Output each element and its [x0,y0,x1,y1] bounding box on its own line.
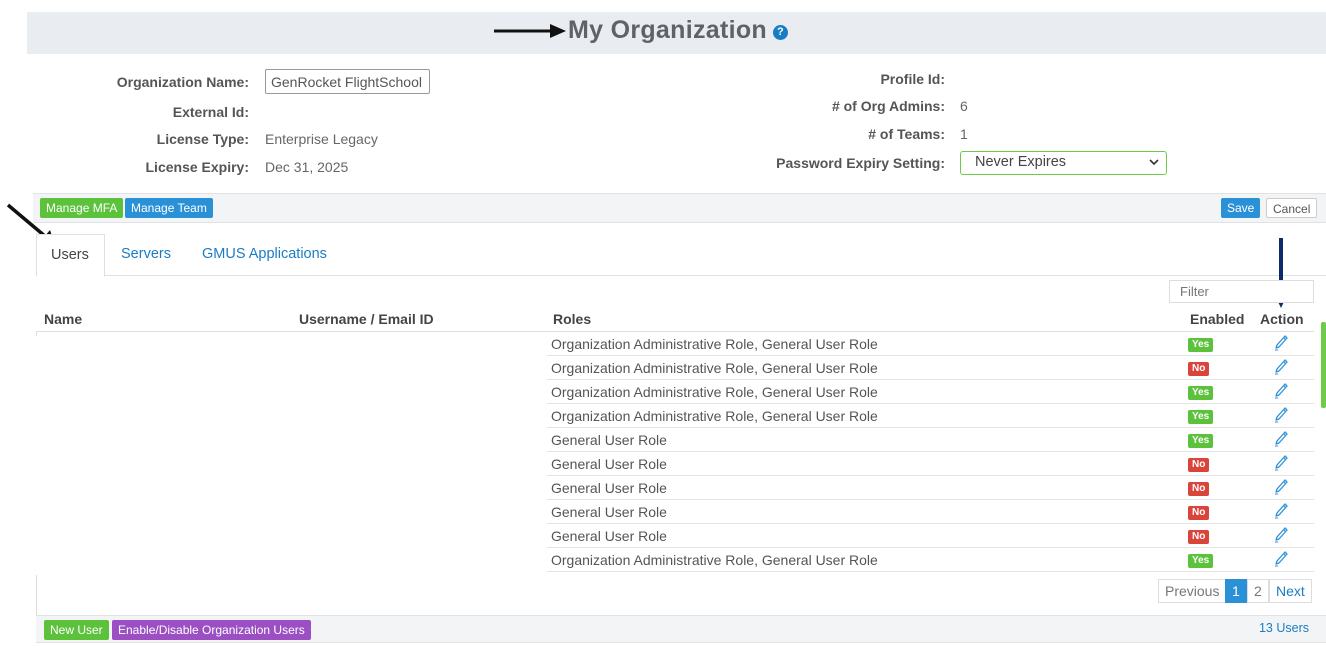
license-type-value: Enterprise Legacy [265,131,378,147]
org-admins-value: 6 [960,98,968,114]
external-id-label: External Id: [172,104,249,120]
pencil-edit-icon[interactable] [1274,551,1288,567]
column-header-roles[interactable]: Roles [553,311,591,327]
roles-cell: General User Role [551,480,667,496]
enabled-badge: No [1188,530,1210,544]
save-button[interactable]: Save [1221,198,1261,218]
table-row[interactable]: General User Role No [547,476,1314,500]
user-count-label: 13 Users [1258,621,1309,635]
new-user-button[interactable]: New User [44,620,109,640]
enabled-badge: Yes [1188,410,1214,424]
users-footer-bar: New User Enable/Disable Organization Use… [36,615,1326,643]
license-type-label: License Type: [156,131,249,147]
pencil-edit-icon[interactable] [1274,407,1288,423]
annotation-arrow-right-icon [494,24,566,38]
teams-value: 1 [960,126,968,142]
roles-cell: Organization Administrative Role, Genera… [551,552,878,568]
enable-disable-users-button[interactable]: Enable/Disable Organization Users [112,620,311,640]
manage-team-button[interactable]: Manage Team [125,198,213,218]
roles-cell: General User Role [551,456,667,472]
pagination-previous[interactable]: Previous [1158,579,1227,603]
tab-users[interactable]: Users [36,234,105,277]
enabled-badge: Yes [1188,554,1214,568]
pencil-edit-icon[interactable] [1274,455,1288,471]
tab-bar: Users Servers GMUS Applications [36,234,1326,277]
pencil-edit-icon[interactable] [1274,479,1288,495]
roles-cell: Organization Administrative Role, Genera… [551,384,878,400]
password-expiry-select[interactable]: Never Expires [960,151,1167,175]
license-expiry-label: License Expiry: [145,159,250,175]
page-title: My Organization? [568,16,788,45]
table-row[interactable]: Organization Administrative Role, Genera… [547,332,1314,356]
enabled-badge: No [1188,458,1210,472]
page-title-text: My Organization [568,16,767,44]
side-scroll-accent[interactable] [1321,322,1326,408]
column-header-username[interactable]: Username / Email ID [299,311,434,327]
pagination-page-2[interactable]: 2 [1247,579,1269,603]
enabled-badge: No [1188,506,1210,520]
tab-gmus-applications[interactable]: GMUS Applications [202,234,327,276]
filter-input[interactable] [1169,280,1314,303]
table-row[interactable]: Organization Administrative Role, Genera… [547,380,1314,404]
column-header-enabled[interactable]: Enabled [1190,311,1244,327]
roles-cell: General User Role [551,504,667,520]
table-left-border-bottom [36,575,37,615]
pencil-edit-icon[interactable] [1274,431,1288,447]
chevron-down-icon [1149,159,1159,166]
password-expiry-label: Password Expiry Setting: [776,155,945,171]
license-expiry-value: Dec 31, 2025 [265,159,349,175]
enabled-badge: No [1188,362,1210,376]
org-toolbar: Manage MFA Manage Team Save Cancel [33,193,1326,223]
table-row[interactable]: Organization Administrative Role, Genera… [547,548,1314,572]
table-row[interactable]: General User Role No [547,524,1314,548]
roles-cell: General User Role [551,528,667,544]
pagination-page-1[interactable]: 1 [1225,579,1247,603]
enabled-badge: Yes [1188,386,1214,400]
roles-cell: Organization Administrative Role, Genera… [551,336,878,352]
org-name-input[interactable] [265,69,430,94]
table-row[interactable]: General User Role No [547,452,1314,476]
column-header-name[interactable]: Name [44,311,82,327]
org-name-label: Organization Name: [116,74,249,90]
password-expiry-selected: Never Expires [975,154,1067,170]
pencil-edit-icon[interactable] [1274,527,1288,543]
cancel-button[interactable]: Cancel [1266,198,1318,218]
pencil-edit-icon[interactable] [1274,383,1288,399]
roles-cell: General User Role [551,432,667,448]
table-row[interactable]: General User Role Yes [547,428,1314,452]
enabled-badge: Yes [1188,434,1214,448]
teams-label: # of Teams: [868,126,945,142]
table-left-border [36,332,37,336]
pencil-edit-icon[interactable] [1274,359,1288,375]
profile-id-label: Profile Id: [880,71,945,87]
table-row[interactable]: Organization Administrative Role, Genera… [547,404,1314,428]
pagination-next[interactable]: Next [1269,579,1312,603]
table-row[interactable]: Organization Administrative Role, Genera… [547,356,1314,380]
question-circle-icon[interactable]: ? [772,25,788,40]
enabled-badge: Yes [1188,338,1214,352]
roles-cell: Organization Administrative Role, Genera… [551,408,878,424]
org-admins-label: # of Org Admins: [831,98,945,114]
roles-cell: Organization Administrative Role, Genera… [551,360,878,376]
enabled-badge: No [1188,482,1210,496]
tab-servers[interactable]: Servers [121,234,171,276]
column-header-action: Action [1260,311,1304,327]
pencil-edit-icon[interactable] [1274,335,1288,351]
pencil-edit-icon[interactable] [1274,503,1288,519]
table-row[interactable]: General User Role No [547,500,1314,524]
